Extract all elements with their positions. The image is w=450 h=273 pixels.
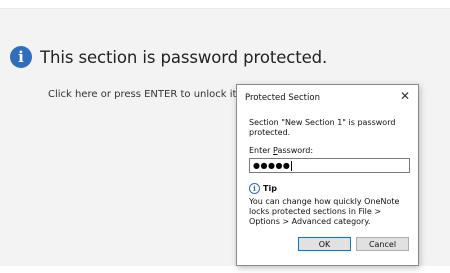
password-value: ●●●●● (253, 161, 291, 170)
dialog-titlebar[interactable]: Protected Section ✕ (237, 85, 418, 111)
unlock-link[interactable]: Click here or press ENTER to unlock it. (48, 89, 240, 100)
text-caret (291, 160, 293, 171)
dialog-message: Section "New Section 1" is password prot… (249, 118, 396, 137)
ok-button[interactable]: OK (298, 237, 351, 251)
tip-title: Tip (263, 184, 277, 193)
password-label-prefix: Enter (249, 146, 274, 155)
close-icon[interactable]: ✕ (400, 90, 410, 102)
password-input[interactable]: ●●●●● (249, 158, 410, 173)
protected-section-dialog: Protected Section ✕ Section "New Section… (236, 84, 419, 266)
info-icon: i (249, 183, 260, 194)
tip-text: You can change how quickly OneNote locks… (249, 197, 400, 226)
tip-header: i Tip (249, 183, 277, 194)
password-label: Enter Password: (249, 146, 313, 155)
cancel-button[interactable]: Cancel (356, 237, 409, 251)
protected-header-text: This section is password protected. (40, 47, 328, 67)
password-label-suffix: assword: (277, 146, 314, 155)
dialog-title: Protected Section (245, 93, 320, 103)
protected-header: i This section is password protected. (10, 46, 327, 68)
info-icon: i (10, 46, 32, 68)
